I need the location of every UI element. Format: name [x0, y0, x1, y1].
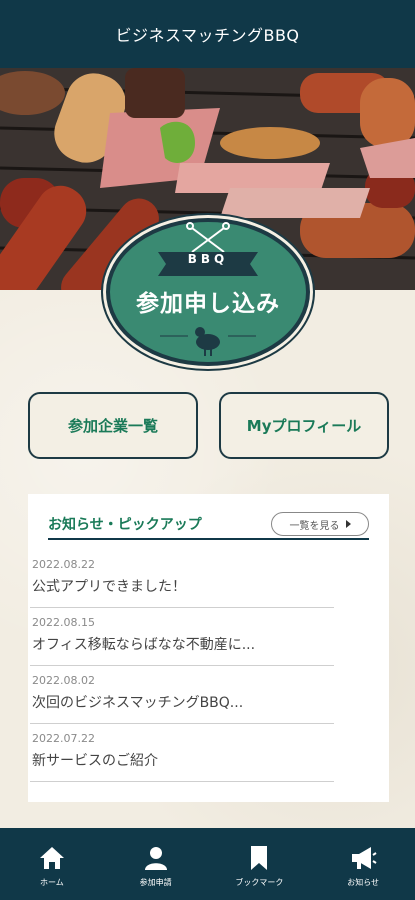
megaphone-icon: [352, 847, 377, 869]
bookmark-icon: [251, 846, 268, 870]
news-text: 新サービスのご紹介: [32, 753, 158, 769]
tab-home[interactable]: ホーム: [0, 828, 104, 900]
news-item[interactable]: 2022.08.15 オフィス移転ならばなな不動産に...: [30, 608, 334, 666]
tab-bookmark-label: ブックマーク: [235, 878, 284, 887]
participating-companies-label: 参加企業一覧: [67, 417, 158, 435]
news-date: 2022.08.15: [32, 616, 95, 629]
news-date: 2022.07.22: [32, 732, 95, 745]
app-header: ビジネスマッチングBBQ: [0, 0, 415, 68]
participating-companies-button[interactable]: 参加企業一覧: [28, 392, 198, 459]
news-item[interactable]: 2022.08.22 公式アプリできました！: [30, 550, 334, 608]
news-item[interactable]: 2022.07.22 新サービスのご紹介: [30, 724, 334, 782]
news-text: 次回のビジネスマッチングBBQ...: [32, 695, 244, 711]
tab-apply[interactable]: 参加申請: [104, 828, 208, 900]
my-profile-button[interactable]: Myプロフィール: [219, 392, 389, 459]
view-all-button[interactable]: 一覧を見る: [271, 512, 369, 536]
news-date: 2022.08.22: [32, 558, 95, 571]
news-title: お知らせ・ピックアップ: [48, 517, 202, 533]
person-icon: [144, 847, 167, 870]
view-all-label: 一覧を見る: [289, 520, 340, 532]
news-item[interactable]: 2022.08.02 次回のビジネスマッチングBBQ...: [30, 666, 334, 724]
news-header: お知らせ・ピックアップ 一覧を見る: [48, 510, 369, 540]
news-text: 公式アプリできました！: [32, 579, 186, 595]
tab-apply-label: 参加申請: [139, 878, 172, 887]
home-icon: [39, 847, 64, 869]
my-profile-label: Myプロフィール: [246, 417, 362, 435]
chevron-right-icon: [345, 520, 351, 528]
tab-news-label: お知らせ: [347, 878, 380, 887]
news-date: 2022.08.02: [32, 674, 95, 687]
badge-title: 参加申し込み: [136, 291, 280, 317]
tab-bookmark[interactable]: ブックマーク: [208, 828, 312, 900]
news-text: オフィス移転ならばなな不動産に...: [32, 637, 256, 653]
tab-home-label: ホーム: [39, 878, 64, 887]
apply-badge-button[interactable]: BBQ 参加申し込み: [100, 212, 316, 372]
tab-news[interactable]: お知らせ: [311, 828, 415, 900]
badge-bbq-label: BBQ: [187, 252, 229, 266]
bottom-tab-bar: ホーム 参加申請 ブックマーク お知らせ: [0, 828, 415, 900]
app-title: ビジネスマッチングBBQ: [115, 26, 300, 45]
